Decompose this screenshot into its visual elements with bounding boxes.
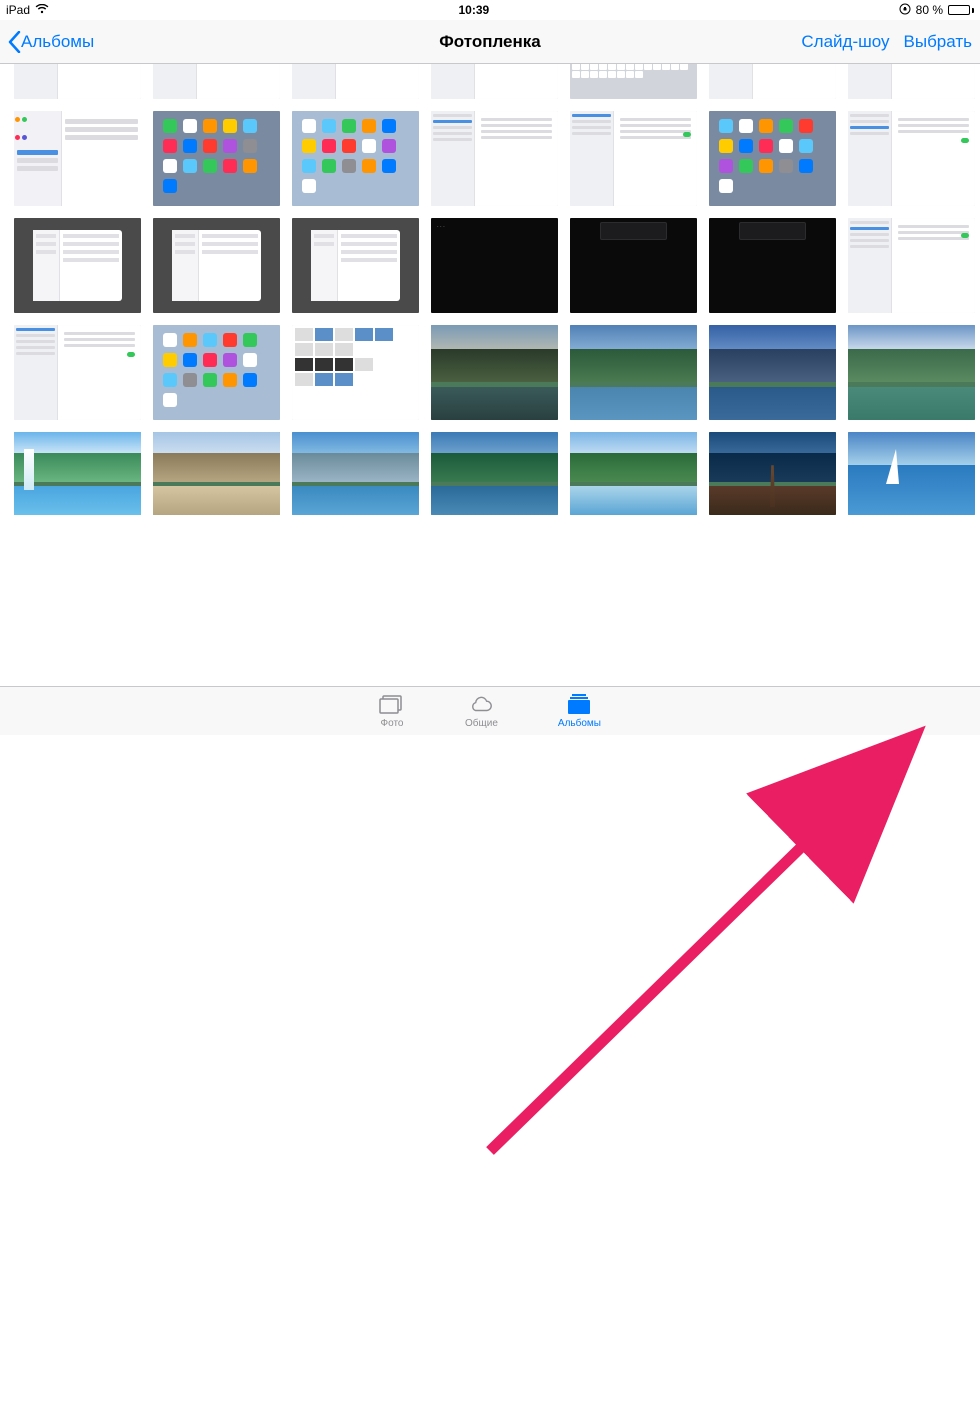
photo-thumbnail[interactable]: [153, 432, 280, 515]
photo-thumbnail[interactable]: [153, 325, 280, 420]
photo-thumbnail[interactable]: [292, 64, 419, 99]
photo-thumbnail[interactable]: [14, 64, 141, 99]
battery-icon: [948, 5, 974, 15]
status-bar: iPad 10:39 80 %: [0, 0, 980, 20]
photo-thumbnail[interactable]: · · ·: [431, 218, 558, 313]
tab-label: Общие: [465, 718, 498, 729]
photo-thumbnail[interactable]: [431, 111, 558, 206]
tab-bar: Фото Общие Альбомы: [0, 686, 980, 735]
grid-row: [14, 64, 966, 99]
cloud-icon: [468, 691, 494, 717]
photo-thumbnail[interactable]: [848, 111, 975, 206]
chevron-left-icon: [8, 31, 21, 53]
photo-thumbnail[interactable]: [153, 64, 280, 99]
photo-thumbnail[interactable]: [848, 432, 975, 515]
photo-thumbnail[interactable]: [709, 111, 836, 206]
photos-icon: [379, 691, 405, 717]
tab-photos[interactable]: Фото: [379, 691, 405, 735]
photo-thumbnail[interactable]: [14, 111, 141, 206]
tab-shared[interactable]: Общие: [465, 691, 498, 735]
navigation-bar: Альбомы Фотопленка Слайд-шоу Выбрать: [0, 20, 980, 64]
photo-thumbnail[interactable]: [848, 218, 975, 313]
annotation-arrow: [0, 686, 980, 1421]
photo-thumbnail[interactable]: [709, 325, 836, 420]
photo-thumbnail[interactable]: [570, 111, 697, 206]
photo-thumbnail[interactable]: [14, 218, 141, 313]
select-button[interactable]: Выбрать: [904, 32, 972, 52]
tab-albums[interactable]: Альбомы: [558, 691, 601, 735]
photo-thumbnail[interactable]: [570, 432, 697, 515]
photo-thumbnail[interactable]: [848, 64, 975, 99]
wifi-icon: [35, 3, 49, 17]
orientation-lock-icon: [899, 3, 911, 18]
tab-label: Фото: [381, 718, 404, 729]
battery-percent: 80 %: [916, 3, 943, 17]
grid-row: [14, 111, 966, 206]
slideshow-button[interactable]: Слайд-шоу: [801, 32, 889, 52]
photo-thumbnail[interactable]: [153, 111, 280, 206]
photo-thumbnail[interactable]: [709, 432, 836, 515]
photo-thumbnail[interactable]: [292, 111, 419, 206]
photo-thumbnail[interactable]: [14, 325, 141, 420]
photo-thumbnail[interactable]: [570, 325, 697, 420]
photo-thumbnail[interactable]: [431, 432, 558, 515]
photo-thumbnail[interactable]: [14, 432, 141, 515]
photo-thumbnail[interactable]: [292, 218, 419, 313]
back-button[interactable]: Альбомы: [8, 31, 94, 53]
tab-label: Альбомы: [558, 718, 601, 729]
photo-thumbnail[interactable]: [292, 325, 419, 420]
photo-thumbnail[interactable]: [292, 432, 419, 515]
photo-thumbnail[interactable]: [431, 325, 558, 420]
photo-thumbnail[interactable]: [709, 64, 836, 99]
photo-thumbnail[interactable]: [709, 218, 836, 313]
photo-thumbnail[interactable]: [570, 218, 697, 313]
back-label: Альбомы: [21, 32, 94, 52]
photo-thumbnail[interactable]: [848, 325, 975, 420]
photo-grid[interactable]: · · ·: [0, 64, 980, 686]
status-time: 10:39: [458, 3, 489, 17]
grid-row: [14, 325, 966, 420]
photo-thumbnail[interactable]: [431, 64, 558, 99]
albums-icon: [566, 691, 592, 717]
photo-thumbnail[interactable]: [153, 218, 280, 313]
device-label: iPad: [6, 3, 30, 17]
photo-thumbnail[interactable]: [570, 64, 697, 99]
grid-row: · · ·: [14, 218, 966, 313]
grid-row: [14, 432, 966, 515]
